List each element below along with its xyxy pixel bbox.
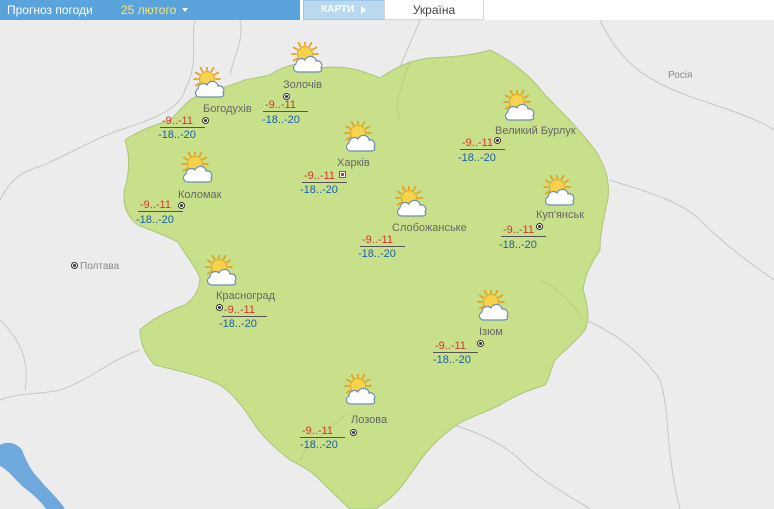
sun-behind-cloud-icon xyxy=(542,175,576,207)
region-label-poltava[interactable]: Полтава xyxy=(80,261,119,272)
top-bar: Прогноз погоди 25 лютого КАРТИ Україна xyxy=(0,0,774,20)
city-name[interactable]: Лозова xyxy=(351,414,387,426)
city-name[interactable]: Коломак xyxy=(178,189,221,201)
maps-tab-label: КАРТИ xyxy=(321,4,355,15)
day-temperature: -9..-11 xyxy=(300,425,345,438)
city-name[interactable]: Слобожанське xyxy=(392,222,467,234)
weather-map-widget: Прогноз погоди 25 лютого КАРТИ Україна Р… xyxy=(0,0,774,509)
city-name[interactable]: Харків xyxy=(337,157,370,169)
night-temperature: -18..-20 xyxy=(358,248,396,260)
sun-behind-cloud-icon xyxy=(476,290,510,322)
play-arrow-icon xyxy=(361,6,366,14)
day-temperature: -9..-11 xyxy=(222,304,267,317)
city-name[interactable]: Куп'янськ xyxy=(536,209,584,221)
day-temperature: -9..-11 xyxy=(360,234,405,247)
night-temperature: -18..-20 xyxy=(262,114,300,126)
city-name[interactable]: Великий Бурлук xyxy=(495,125,576,137)
day-temperature: -9..-11 xyxy=(501,224,546,237)
region-label-russia: Росія xyxy=(668,70,693,81)
city-name[interactable]: Красноград xyxy=(216,290,275,302)
sun-behind-cloud-icon xyxy=(204,255,238,287)
city-name[interactable]: Золочів xyxy=(283,79,322,91)
city-name[interactable]: Богодухів xyxy=(203,103,252,115)
day-temperature: -9..-11 xyxy=(138,199,183,212)
city-marker[interactable] xyxy=(350,429,357,436)
day-temperature: -9..-11 xyxy=(302,170,347,183)
city-marker[interactable] xyxy=(477,340,484,347)
sun-behind-cloud-icon xyxy=(502,90,536,122)
city-name[interactable]: Ізюм xyxy=(479,326,503,338)
night-temperature: -18..-20 xyxy=(300,439,338,451)
city-marker-poltava[interactable] xyxy=(71,262,78,269)
sun-behind-cloud-icon xyxy=(290,42,324,74)
night-temperature: -18..-20 xyxy=(219,318,257,330)
chevron-down-icon[interactable] xyxy=(182,8,188,12)
sun-behind-cloud-icon xyxy=(394,186,428,218)
day-temperature: -9..-11 xyxy=(433,340,478,353)
sun-behind-cloud-icon xyxy=(192,67,226,99)
night-temperature: -18..-20 xyxy=(136,214,174,226)
sun-behind-cloud-icon xyxy=(343,121,377,153)
day-temperature: -9..-11 xyxy=(460,137,505,150)
day-temperature: -9..-11 xyxy=(160,115,205,128)
sun-behind-cloud-icon xyxy=(343,374,377,406)
night-temperature: -18..-20 xyxy=(158,129,196,141)
sun-behind-cloud-icon xyxy=(180,152,214,184)
night-temperature: -18..-20 xyxy=(458,152,496,164)
forecast-header[interactable]: Прогноз погоди 25 лютого xyxy=(0,0,300,20)
date-selector[interactable]: 25 лютого xyxy=(121,0,176,20)
day-temperature: -9..-11 xyxy=(263,99,308,112)
night-temperature: -18..-20 xyxy=(300,184,338,196)
night-temperature: -18..-20 xyxy=(499,239,537,251)
night-temperature: -18..-20 xyxy=(433,354,471,366)
country-tab[interactable]: Україна xyxy=(384,0,484,20)
forecast-label: Прогноз погоди xyxy=(7,3,93,17)
maps-tab[interactable]: КАРТИ xyxy=(303,0,386,20)
